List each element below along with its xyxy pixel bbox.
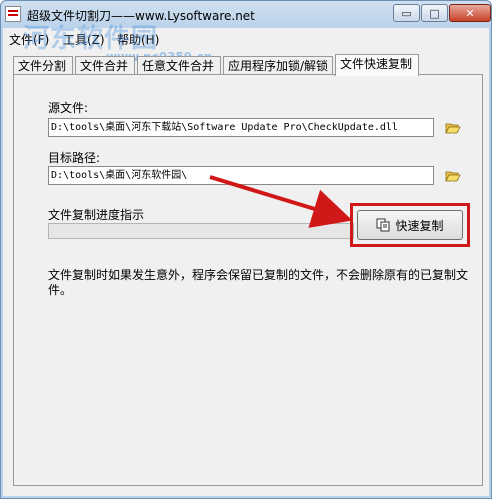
tab-quick-copy[interactable]: 文件快速复制: [335, 54, 419, 76]
app-window: 超级文件切割刀——www.Lysoftware.net ▭ □ ✕ 文件(F) …: [0, 0, 492, 499]
